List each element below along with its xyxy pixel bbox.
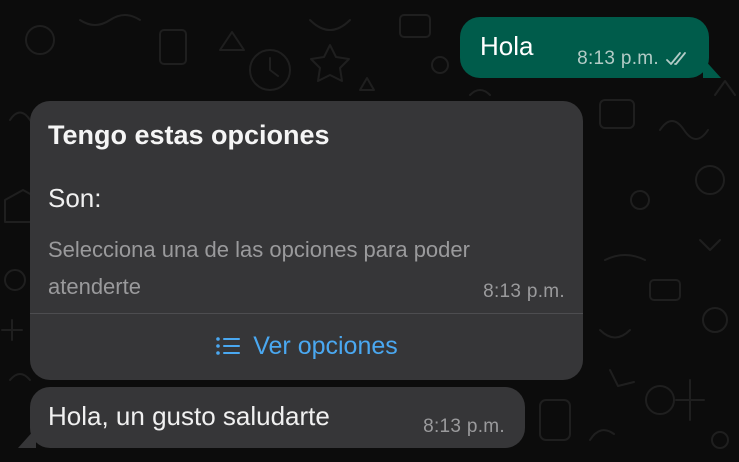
message-text: Hola, un gusto saludarte (48, 401, 330, 431)
card-footer: Selecciona una de las opciones para pode… (48, 237, 470, 299)
incoming-message-bubble[interactable]: Hola, un gusto saludarte 8:13 p.m. (18, 387, 525, 448)
message-time: 8:13 p.m. (577, 48, 659, 69)
view-options-button[interactable]: Ver opciones (30, 314, 583, 378)
card-body: Son: (48, 183, 102, 213)
outgoing-message-bubble[interactable]: Hola 8:13 p.m. (460, 17, 721, 78)
bubble-tail (703, 58, 721, 78)
view-options-label: Ver opciones (253, 331, 398, 360)
message-time: 8:13 p.m. (483, 281, 565, 302)
bubble-tail (18, 428, 36, 448)
list-icon (216, 337, 241, 355)
message-time: 8:13 p.m. (423, 416, 505, 437)
message-meta: 8:13 p.m. (577, 48, 691, 70)
incoming-list-card[interactable]: Tengo estas opciones Son: Selecciona una… (30, 101, 583, 380)
message-text: Hola (480, 31, 534, 61)
double-check-icon (666, 52, 686, 65)
card-title: Tengo estas opciones (48, 120, 330, 150)
